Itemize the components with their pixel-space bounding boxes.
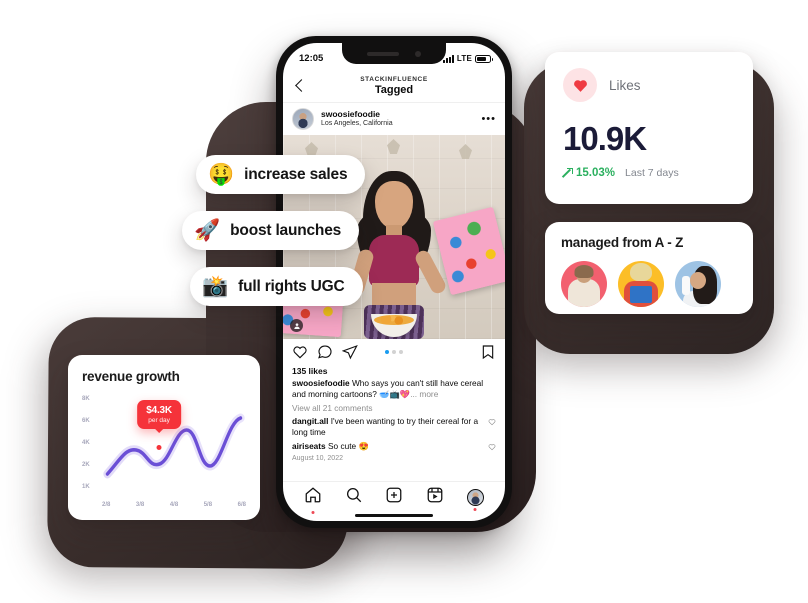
creator-avatar-3[interactable] bbox=[675, 261, 721, 307]
revenue-growth-card: revenue growth 8K 6K 4K 2K 1K $4.3K per … bbox=[68, 355, 260, 520]
home-icon bbox=[305, 487, 321, 503]
app-header: STACKINFLUENCE Tagged bbox=[283, 69, 505, 103]
managed-card-title: managed from A - Z bbox=[561, 235, 684, 250]
chart-tooltip: $4.3K per day bbox=[137, 400, 181, 429]
feature-pill-increase-sales[interactable]: 🤑 increase sales bbox=[196, 155, 366, 194]
heart-icon bbox=[563, 68, 597, 102]
caption-more-link[interactable]: ... more bbox=[410, 389, 438, 399]
delta-value: 15.03% bbox=[576, 167, 616, 179]
feature-pill-full-rights-ugc[interactable]: 📸 full rights UGC bbox=[190, 267, 363, 306]
comment-icon[interactable] bbox=[317, 344, 333, 360]
y-tick: 8K bbox=[82, 396, 90, 402]
reels-icon bbox=[427, 487, 443, 503]
tab-profile[interactable] bbox=[466, 489, 484, 511]
ellipsis-icon[interactable]: ••• bbox=[481, 114, 496, 125]
tab-home[interactable] bbox=[304, 486, 322, 514]
comment-item: airiseats So cute 😍 bbox=[292, 441, 496, 452]
battery-icon bbox=[475, 54, 493, 63]
tab-search[interactable] bbox=[345, 486, 363, 509]
money-face-icon: 🤑 bbox=[208, 163, 235, 186]
tooltip-value: $4.3K bbox=[146, 405, 172, 416]
avatar[interactable] bbox=[292, 108, 314, 130]
period-label: Last 7 days bbox=[625, 167, 679, 179]
comment-item: dangit.all I've been wanting to try thei… bbox=[292, 416, 496, 438]
post-caption: swoosiefoodie Who says you can't still h… bbox=[292, 378, 496, 400]
camera-flash-icon: 📸 bbox=[202, 275, 229, 298]
search-icon bbox=[346, 487, 362, 503]
likes-card-value: 10.9K bbox=[563, 120, 647, 157]
header-titles: STACKINFLUENCE Tagged bbox=[283, 76, 505, 96]
creator-avatar-2[interactable] bbox=[618, 261, 664, 307]
rocket-icon: 🚀 bbox=[194, 219, 221, 242]
comment-author[interactable]: airiseats bbox=[292, 441, 326, 451]
carousel-dots bbox=[385, 350, 403, 354]
network-label: LTE bbox=[456, 53, 472, 63]
likes-card-label: Likes bbox=[609, 77, 641, 93]
back-button[interactable] bbox=[293, 79, 307, 93]
page-title: Tagged bbox=[374, 83, 414, 96]
heart-icon[interactable] bbox=[488, 443, 496, 451]
x-tick: 5/8 bbox=[203, 502, 213, 508]
pill-label: full rights UGC bbox=[238, 277, 345, 295]
bottom-tab-bar bbox=[283, 481, 505, 521]
chart-data-point bbox=[156, 445, 162, 450]
likes-card-footer: 15.03% Last 7 days bbox=[563, 167, 735, 179]
creator-avatar-list bbox=[561, 261, 737, 307]
post-actions bbox=[283, 339, 505, 365]
tab-create[interactable] bbox=[385, 486, 403, 509]
create-icon bbox=[387, 487, 402, 503]
user-meta: swoosiefoodie Los Angeles, California bbox=[321, 109, 393, 128]
heart-icon[interactable] bbox=[488, 418, 496, 426]
brand-name: STACKINFLUENCE bbox=[360, 75, 428, 83]
post-username[interactable]: swoosiefoodie bbox=[321, 109, 393, 120]
y-axis-ticks: 8K 6K 4K 2K 1K bbox=[82, 396, 100, 490]
x-tick: 2/8 bbox=[102, 502, 111, 508]
tab-reels[interactable] bbox=[426, 486, 444, 509]
x-tick: 6/8 bbox=[237, 502, 246, 508]
revenue-card-title: revenue growth bbox=[82, 369, 180, 384]
y-tick: 1K bbox=[82, 484, 90, 490]
tooltip-sublabel: per day bbox=[148, 417, 170, 424]
pill-label: boost launches bbox=[230, 221, 342, 239]
likes-card-header: Likes bbox=[563, 68, 735, 102]
x-tick: 3/8 bbox=[135, 502, 145, 508]
y-tick: 6K bbox=[82, 418, 90, 424]
like-count[interactable]: 135 likes bbox=[292, 366, 496, 376]
y-tick: 4K bbox=[82, 440, 90, 446]
arrow-up-icon bbox=[563, 167, 573, 178]
likes-stat-card: Likes 10.9K 15.03% Last 7 days bbox=[545, 52, 753, 204]
comment-text: So cute 😍 bbox=[328, 440, 369, 451]
share-icon[interactable] bbox=[342, 344, 358, 360]
caption-author[interactable]: swoosiefoodie bbox=[292, 378, 350, 388]
post-date: August 10, 2022 bbox=[292, 454, 343, 462]
revenue-chart: 8K 6K 4K 2K 1K $4.3K per day 2/8 3/8 4/8… bbox=[82, 396, 246, 508]
creator-avatar-1[interactable] bbox=[561, 261, 607, 307]
post-location[interactable]: Los Angeles, California bbox=[321, 120, 393, 128]
status-badge: 15.03% bbox=[563, 167, 615, 179]
profile-avatar bbox=[466, 489, 484, 506]
home-indicator bbox=[355, 513, 433, 517]
heart-icon[interactable] bbox=[292, 344, 308, 360]
post-captions: 135 likes swoosiefoodie Who says you can… bbox=[283, 365, 505, 481]
pill-label: increase sales bbox=[244, 165, 348, 183]
status-time: 12:05 bbox=[299, 52, 324, 64]
view-all-comments-link[interactable]: View all 21 comments bbox=[292, 403, 496, 413]
post-user-row: swoosiefoodie Los Angeles, California ••… bbox=[283, 103, 505, 135]
managed-creators-card: managed from A - Z bbox=[545, 222, 753, 314]
status-indicators: LTE bbox=[442, 53, 493, 63]
caption-emoji: 🥣📺💖 bbox=[379, 388, 411, 399]
signal-bars-icon bbox=[442, 54, 454, 63]
comment-author[interactable]: dangit.all bbox=[292, 416, 328, 426]
y-tick: 2K bbox=[82, 462, 90, 468]
bookmark-icon[interactable] bbox=[480, 344, 496, 360]
x-tick: 4/8 bbox=[169, 502, 179, 508]
x-axis-ticks: 2/8 3/8 4/8 5/8 6/8 bbox=[102, 502, 246, 508]
feature-pill-boost-launches[interactable]: 🚀 boost launches bbox=[182, 211, 360, 250]
photo-person bbox=[347, 163, 448, 339]
hero-composition: 12:05 LTE STACKINFLUENCE Tagged swoosief… bbox=[0, 0, 808, 603]
tagged-people-icon[interactable] bbox=[290, 319, 303, 332]
status-bar: 12:05 LTE bbox=[283, 43, 505, 69]
